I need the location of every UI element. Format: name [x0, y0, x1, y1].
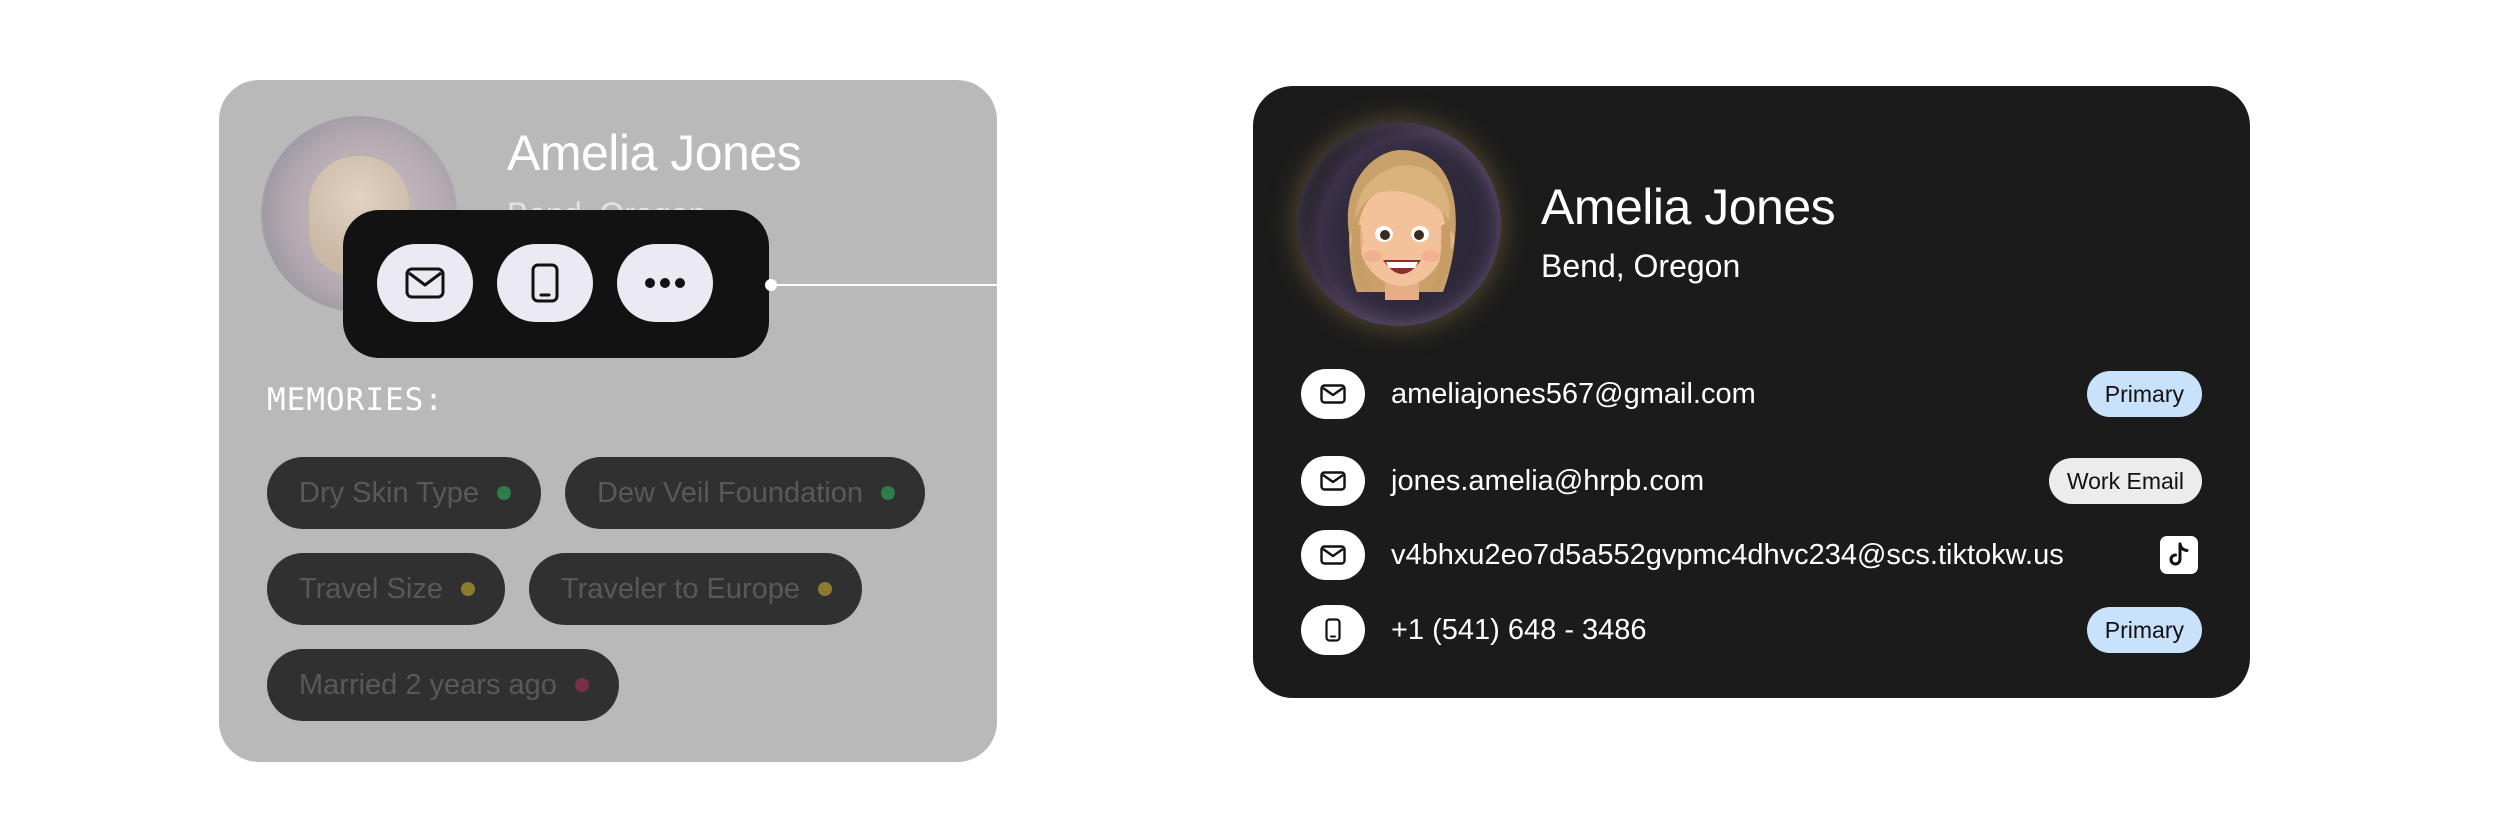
call-button[interactable]	[497, 244, 593, 322]
phone-number[interactable]: +1 (541) 648 - 3486	[1391, 614, 2087, 647]
contact-entry-row[interactable]: +1 (541) 648 - 3486 Primary	[1301, 598, 2202, 662]
phone-icon	[1325, 618, 1341, 642]
email-icon-button[interactable]	[1301, 456, 1365, 506]
memory-tag[interactable]: Dew Veil Foundation	[564, 457, 925, 529]
email-icon-button[interactable]	[1301, 530, 1365, 580]
memory-tag[interactable]: Married 2 years ago	[267, 649, 619, 721]
contact-entry-row[interactable]: jones.amelia@hrpb.com Work Email	[1301, 449, 2202, 513]
more-icon	[645, 278, 685, 288]
more-button[interactable]	[617, 244, 713, 322]
email-button[interactable]	[377, 244, 473, 322]
primary-badge: Primary	[2086, 371, 2202, 417]
quick-action-bar	[343, 210, 769, 358]
mail-icon	[1320, 471, 1346, 491]
memory-tag-label: Travel Size	[299, 572, 443, 605]
memories-row: Travel Size Traveler to Europe	[267, 553, 863, 625]
memory-tag-label: Married 2 years ago	[299, 668, 557, 701]
memory-tag[interactable]: Traveler to Europe	[528, 553, 863, 625]
memories-row: Dry Skin Type Dew Veil Foundation	[267, 457, 925, 529]
contact-preview-card: Amelia Jones Bend, Oregon MEMORIES: Dry …	[219, 80, 997, 762]
memory-tag-label: Dew Veil Foundation	[596, 476, 863, 509]
status-dot	[460, 582, 475, 596]
connector-line	[772, 284, 997, 286]
status-dot	[574, 678, 589, 692]
memories-row: Married 2 years ago	[267, 649, 619, 721]
stage: Amelia Jones Bend, Oregon MEMORIES: Dry …	[0, 0, 2496, 840]
status-dot	[880, 486, 895, 500]
contact-detail-card: Amelia Jones Bend, Oregon ameliajones567…	[1253, 86, 2250, 698]
email-icon-button[interactable]	[1301, 369, 1365, 419]
status-dot	[818, 582, 833, 596]
memoji-avatar	[1347, 150, 1456, 300]
primary-badge: Primary	[2086, 607, 2202, 653]
email-address[interactable]: jones.amelia@hrpb.com	[1391, 465, 2049, 498]
email-address[interactable]: v4bhxu2eo7d5a552gvpmc4dhvc234@scs.tiktok…	[1391, 539, 2160, 572]
contact-entry-row[interactable]: ameliajones567@gmail.com Primary	[1301, 362, 2202, 426]
phone-icon	[531, 263, 559, 303]
email-address[interactable]: ameliajones567@gmail.com	[1391, 378, 2087, 411]
tiktok-icon	[2160, 536, 2198, 574]
memory-tag-label: Traveler to Europe	[560, 572, 801, 605]
memory-tag[interactable]: Travel Size	[267, 553, 505, 625]
work-email-badge: Work Email	[2048, 458, 2202, 504]
memory-tag-label: Dry Skin Type	[299, 476, 479, 509]
memories-title: MEMORIES:	[267, 382, 444, 418]
contact-name: Amelia Jones	[507, 125, 802, 181]
mail-icon	[405, 267, 445, 299]
contact-name: Amelia Jones	[1541, 179, 1836, 235]
status-dot	[496, 486, 511, 500]
mail-icon	[1320, 545, 1346, 565]
contact-entry-row[interactable]: v4bhxu2eo7d5a552gvpmc4dhvc234@scs.tiktok…	[1301, 523, 2202, 587]
phone-icon-button[interactable]	[1301, 605, 1365, 655]
mail-icon	[1320, 384, 1346, 404]
memory-tag[interactable]: Dry Skin Type	[267, 457, 541, 529]
contact-location: Bend, Oregon	[1541, 248, 1741, 284]
avatar	[1297, 122, 1501, 326]
